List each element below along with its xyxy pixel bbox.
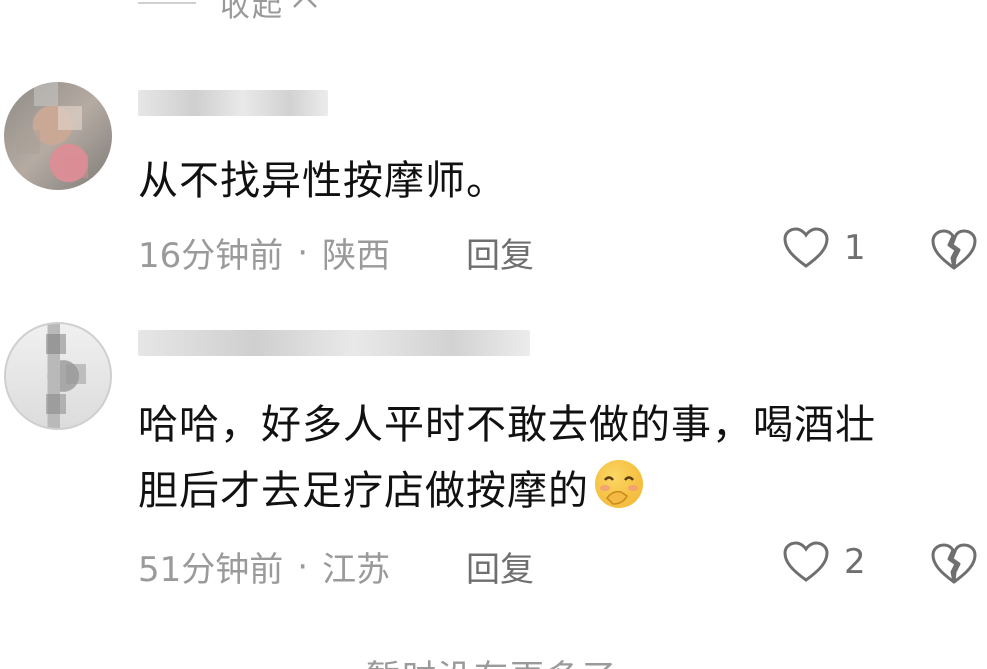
- reply-button[interactable]: 回复: [466, 542, 534, 591]
- comment-time: 51分钟前: [138, 550, 284, 590]
- heart-icon: [783, 227, 829, 268]
- heart-icon: [783, 541, 829, 582]
- chevron-up-icon: [292, 0, 318, 18]
- collapse-divider: [138, 2, 196, 4]
- no-more-hint: 暂时没有更多了: [366, 650, 618, 669]
- comment-text-line: 从不找异性按摩师。: [138, 158, 507, 204]
- comment-location: 江苏: [322, 550, 391, 590]
- comment-text: 哈哈，好多人平时不敢去做的事，喝酒壮 胆后才去足疗店做按摩的: [138, 392, 876, 524]
- dislike-button[interactable]: [930, 542, 978, 590]
- shy-face-emoji: [593, 458, 645, 510]
- comment-text-line-2: 胆后才去足疗店做按摩的: [138, 458, 876, 524]
- dislike-button[interactable]: [930, 228, 978, 276]
- collapse-replies-button[interactable]: 收起: [138, 0, 318, 24]
- meta-separator: ·: [297, 546, 309, 587]
- comment-text: 从不找异性按摩师。: [138, 148, 507, 214]
- collapse-label: 收起: [220, 0, 284, 24]
- broken-heart-icon: [931, 543, 977, 584]
- comment-time: 16分钟前: [138, 236, 284, 276]
- comment-meta: 51分钟前 · 江苏: [138, 542, 390, 591]
- avatar[interactable]: [4, 82, 112, 190]
- reply-button[interactable]: 回复: [466, 228, 534, 277]
- avatar[interactable]: [4, 322, 112, 430]
- comment-list-page: 收起 从不找异性按摩师。 16分钟前 · 陕西 回复 1 哈哈，好多人平时不敢去…: [0, 0, 987, 669]
- like-button[interactable]: 1: [782, 226, 866, 270]
- like-count: 2: [844, 542, 866, 582]
- username-blurred[interactable]: [138, 90, 328, 116]
- comment-text-line: 哈哈，好多人平时不敢去做的事，喝酒壮: [138, 402, 876, 448]
- meta-separator: ·: [297, 232, 309, 273]
- username-blurred[interactable]: [138, 330, 530, 356]
- like-count: 1: [844, 228, 866, 268]
- like-button[interactable]: 2: [782, 540, 866, 584]
- broken-heart-icon: [931, 229, 977, 270]
- comment-meta: 16分钟前 · 陕西: [138, 228, 390, 277]
- comment-location: 陕西: [322, 236, 391, 276]
